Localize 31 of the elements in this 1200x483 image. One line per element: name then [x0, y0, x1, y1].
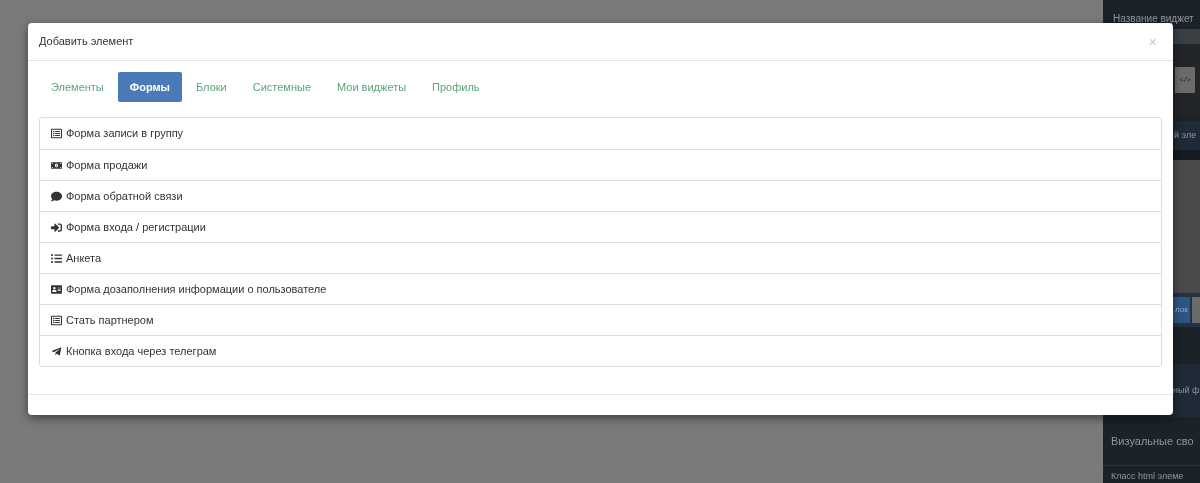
speech-bubble-icon — [51, 190, 62, 202]
list-item[interactable]: Форма записи в группу — [40, 118, 1161, 149]
tab[interactable]: Блоки — [184, 72, 239, 102]
class-label: Класс html элеме — [1111, 469, 1184, 483]
sign-in-icon — [51, 221, 62, 233]
block-button[interactable]: лок — [1173, 297, 1190, 324]
list-icon — [51, 252, 62, 264]
field-label: ный ф — [1173, 383, 1200, 397]
button-edge[interactable] — [1191, 297, 1200, 324]
tab[interactable]: Системные — [240, 72, 323, 102]
banknote-icon — [51, 159, 62, 171]
tab[interactable]: Элементы — [39, 72, 116, 102]
section-label: й эле — [1174, 128, 1197, 142]
visual-properties-heading: Визуальные сво — [1111, 433, 1194, 449]
tab[interactable]: Мои виджеты — [325, 72, 419, 102]
tab[interactable]: Формы — [117, 72, 182, 102]
list-card-icon — [51, 128, 62, 139]
list-item[interactable]: Форма обратной связи — [40, 180, 1161, 211]
list-item[interactable]: Форма продажи — [40, 149, 1161, 180]
dialog-title: Добавить элемент — [39, 34, 134, 50]
list-item[interactable]: Анкета — [40, 242, 1161, 273]
code-button[interactable]: </> — [1175, 66, 1195, 93]
tab[interactable]: Профиль — [420, 72, 492, 102]
list-card-icon — [51, 314, 62, 326]
list-item[interactable]: Кнопка входа через телеграм — [40, 335, 1161, 366]
id-card-icon — [51, 283, 62, 295]
paper-plane-icon — [51, 345, 62, 357]
list-item[interactable]: Форма входа / регистрации — [40, 211, 1161, 242]
list-item[interactable]: Форма дозаполнения информации о пользователе — [40, 273, 1161, 304]
widget-name-label: Название виджет — [1113, 12, 1194, 27]
list-item[interactable]: Стать партнером — [40, 304, 1161, 335]
